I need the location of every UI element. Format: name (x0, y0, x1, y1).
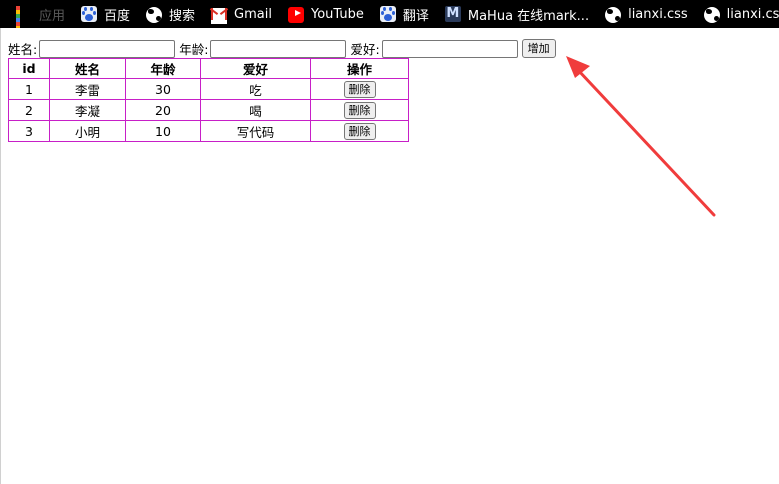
annotation-arrow-shaft (576, 68, 716, 217)
annotation-arrow-icon (566, 56, 716, 217)
annotation-arrow-head (566, 56, 590, 78)
